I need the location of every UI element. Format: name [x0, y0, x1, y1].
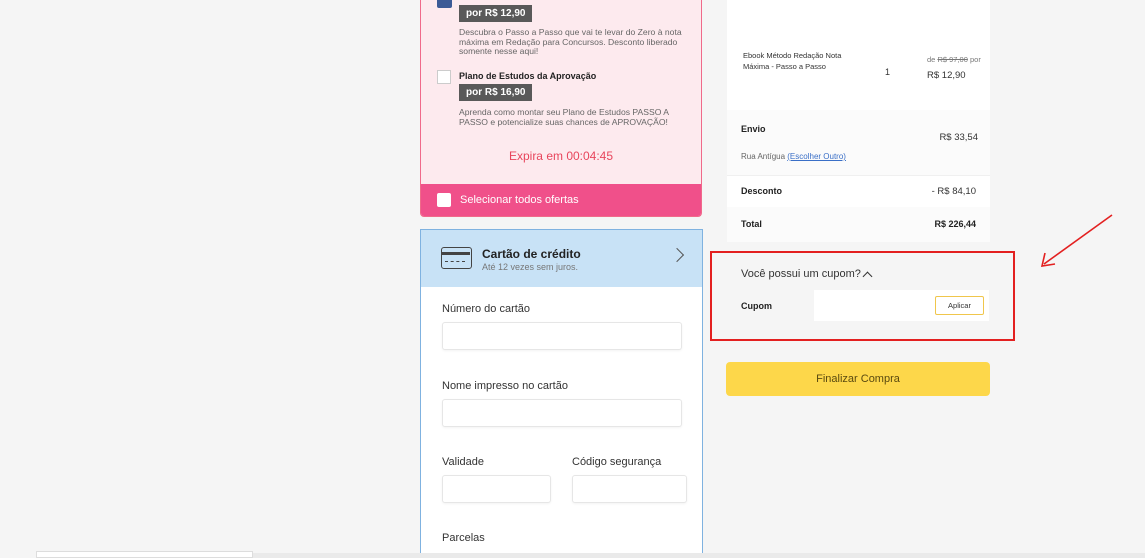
card-name-input[interactable]	[442, 399, 682, 427]
credit-card-form: Cartão de crédito Até 12 vezes sem juros…	[420, 229, 703, 558]
annotation-arrow-icon	[1040, 214, 1113, 267]
discount-value: - R$ 84,10	[931, 186, 976, 197]
total-section: Total R$ 226,44	[727, 207, 990, 242]
upsell-offers-panel: por R$ 12,90 Descubra o Passo a Passo qu…	[420, 0, 702, 217]
item-quantity: 1	[885, 67, 891, 77]
offer-checkbox-checked[interactable]	[437, 0, 452, 8]
offer-checkbox[interactable]	[437, 70, 451, 84]
offer-price-tag: por R$ 16,90	[459, 84, 533, 101]
offer-countdown: Expira em 00:04:45	[508, 149, 614, 163]
credit-card-icon	[441, 247, 472, 269]
cvv-label: Código segurança	[572, 456, 662, 468]
select-all-offers[interactable]: Selecionar todos ofertas	[421, 184, 701, 216]
total-label: Total	[741, 219, 762, 229]
order-summary: Ebook Método Redação Nota Máxima - Passo…	[727, 0, 990, 242]
cvv-input[interactable]	[572, 475, 687, 503]
shipping-label: Envio	[741, 124, 766, 134]
offer-description: Descubra o Passo a Passo que vai te leva…	[459, 27, 682, 56]
offer-description: Aprenda como montar seu Plano de Estudos…	[459, 107, 669, 127]
total-value: R$ 226,44	[934, 219, 976, 229]
validity-label: Validade	[442, 456, 484, 468]
card-number-label: Número do cartão	[442, 303, 531, 315]
offer-title: Plano de Estudos da Aprovação	[459, 71, 597, 81]
highlight-box	[710, 251, 1015, 341]
item-old-price: de R$ 97,00 por	[927, 55, 981, 64]
shipping-address: Rua Antígua (Escolher Outro)	[741, 152, 846, 161]
checkout-button[interactable]: Finalizar Compra	[726, 362, 990, 396]
installments-label: Parcelas	[442, 532, 485, 544]
item-price: R$ 12,90	[927, 70, 966, 81]
choose-address-link[interactable]: (Escolher Outro)	[787, 152, 846, 161]
discount-label: Desconto	[741, 186, 783, 196]
validity-input[interactable]	[442, 475, 551, 503]
card-number-input[interactable]	[442, 322, 682, 350]
payment-method-title: Cartão de crédito	[482, 247, 581, 261]
select-all-checkbox[interactable]	[437, 193, 451, 207]
select-all-label: Selecionar todos ofertas	[460, 194, 579, 206]
shipping-value: R$ 33,54	[939, 132, 978, 143]
payment-method-header[interactable]: Cartão de crédito Até 12 vezes sem juros…	[421, 230, 702, 287]
bottom-scrollbar[interactable]	[36, 551, 253, 558]
payment-method-subtitle: Até 12 vezes sem juros.	[482, 262, 579, 272]
chevron-right-icon[interactable]	[669, 247, 685, 263]
card-name-label: Nome impresso no cartão	[442, 380, 568, 392]
item-name: Ebook Método Redação Nota Máxima - Passo…	[743, 51, 842, 71]
shipping-section: Envio R$ 33,54	[727, 110, 990, 175]
discount-section: Desconto - R$ 84,10	[727, 175, 990, 207]
bottom-strip	[253, 553, 1145, 558]
offer-price-tag: por R$ 12,90	[459, 5, 533, 22]
